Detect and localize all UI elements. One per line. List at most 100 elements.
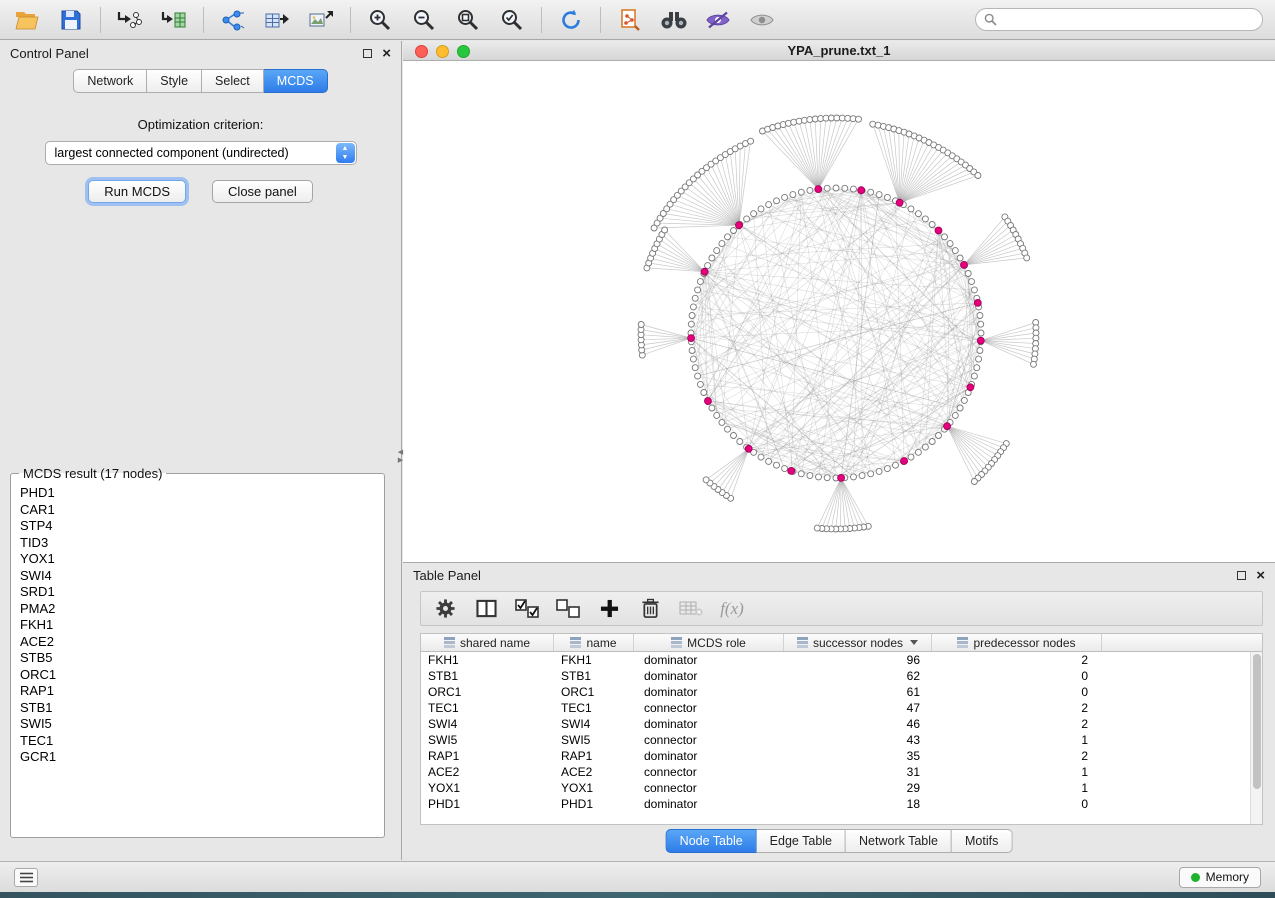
- mcds-result-node[interactable]: STB1: [11, 700, 384, 717]
- refresh-icon[interactable]: [556, 6, 586, 34]
- toolbar-separator: [541, 7, 542, 33]
- node-table-body: FKH1 FKH1 dominator 96 2 STB1 STB1 domin…: [421, 652, 1250, 824]
- show-all-icon[interactable]: [747, 6, 777, 34]
- control-panel-tab[interactable]: Select: [202, 69, 264, 93]
- table-row[interactable]: SWI4 SWI4 dominator 46 2: [421, 716, 1250, 732]
- zoom-out-icon[interactable]: [409, 6, 439, 34]
- table-panel-tab[interactable]: Node Table: [666, 829, 757, 853]
- mcds-result-node[interactable]: ACE2: [11, 634, 384, 651]
- clone-network-icon[interactable]: [615, 6, 645, 34]
- mcds-result-node[interactable]: FKH1: [11, 617, 384, 634]
- window-close-icon[interactable]: [415, 45, 428, 58]
- toolbar-separator: [600, 7, 601, 33]
- optimization-criterion-label: Optimization criterion:: [0, 117, 401, 132]
- table-row[interactable]: SWI5 SWI5 connector 43 1: [421, 732, 1250, 748]
- export-image-icon[interactable]: [306, 6, 336, 34]
- mcds-result-node[interactable]: TEC1: [11, 733, 384, 750]
- control-panel-tab[interactable]: Style: [147, 69, 202, 93]
- table-panel-tab[interactable]: Motifs: [952, 829, 1012, 853]
- list-icon: [20, 872, 33, 883]
- column-header-label: successor nodes: [813, 636, 903, 650]
- mcds-result-node[interactable]: RAP1: [11, 683, 384, 700]
- delete-row-icon[interactable]: [638, 598, 662, 619]
- table-panel-tab[interactable]: Edge Table: [757, 829, 846, 853]
- add-row-icon[interactable]: [597, 599, 621, 618]
- run-mcds-button[interactable]: Run MCDS: [88, 180, 186, 203]
- export-network-icon[interactable]: [218, 6, 248, 34]
- column-header-label: name: [586, 636, 616, 650]
- mcds-result-node[interactable]: SRD1: [11, 584, 384, 601]
- criterion-select[interactable]: largest connected component (undirected)…: [45, 141, 357, 165]
- control-panel-tabs: Network Style Select MCDS: [0, 69, 401, 93]
- mcds-result-node[interactable]: SWI4: [11, 568, 384, 585]
- search-input[interactable]: [1003, 13, 1254, 27]
- network-canvas[interactable]: [403, 61, 1275, 561]
- window-minimize-icon[interactable]: [436, 45, 449, 58]
- network-titlebar[interactable]: YPA_prune.txt_1: [403, 41, 1275, 61]
- mcds-result-node[interactable]: TID3: [11, 535, 384, 552]
- status-menu-button[interactable]: [14, 868, 38, 887]
- table-row[interactable]: ORC1 ORC1 dominator 61 0: [421, 684, 1250, 700]
- criterion-selected-value: largest connected component (undirected): [55, 146, 289, 160]
- table-settings-gear-icon[interactable]: [433, 598, 457, 619]
- float-panel-icon[interactable]: [363, 49, 372, 58]
- column-header[interactable]: MCDS role: [634, 634, 784, 651]
- table-row[interactable]: STB1 STB1 dominator 62 0: [421, 668, 1250, 684]
- column-header[interactable]: shared name: [421, 634, 554, 651]
- close-panel-icon[interactable]: ×: [1256, 571, 1265, 581]
- zoom-selected-icon[interactable]: [497, 6, 527, 34]
- main-toolbar: [0, 0, 1275, 40]
- export-table-icon[interactable]: [262, 6, 292, 34]
- close-panel-button[interactable]: Close panel: [212, 180, 313, 203]
- select-all-icon[interactable]: [515, 599, 539, 619]
- deselect-all-icon[interactable]: [556, 599, 580, 619]
- memory-button[interactable]: Memory: [1179, 867, 1261, 888]
- column-header[interactable]: predecessor nodes: [932, 634, 1102, 651]
- table-row[interactable]: TEC1 TEC1 connector 47 2: [421, 700, 1250, 716]
- column-attribute-icon: [444, 637, 455, 648]
- table-row[interactable]: ACE2 ACE2 connector 31 1: [421, 764, 1250, 780]
- table-row[interactable]: PHD1 PHD1 dominator 18 0: [421, 796, 1250, 812]
- network-graph[interactable]: [403, 61, 1275, 561]
- table-panel-tab[interactable]: Network Table: [846, 829, 952, 853]
- splitter-handle[interactable]: ◀▶: [397, 448, 404, 470]
- scrollbar-thumb[interactable]: [1253, 654, 1261, 789]
- zoom-fit-icon[interactable]: [453, 6, 483, 34]
- control-panel-tab[interactable]: Network: [73, 69, 147, 93]
- table-row[interactable]: YOX1 YOX1 connector 29 1: [421, 780, 1250, 796]
- first-neighbors-icon[interactable]: [659, 6, 689, 34]
- search-box[interactable]: [975, 8, 1263, 31]
- show-columns-icon[interactable]: [474, 599, 498, 618]
- mcds-result-list[interactable]: PHD1 CAR1 STP4 TID3 YOX1 SWI4 SRD1 PMA2 …: [11, 485, 384, 837]
- chevron-up-down-icon: ▲▼: [336, 143, 355, 163]
- mcds-result-node[interactable]: STP4: [11, 518, 384, 535]
- mcds-result-node[interactable]: YOX1: [11, 551, 384, 568]
- open-session-icon[interactable]: [12, 6, 42, 34]
- table-scrollbar[interactable]: [1250, 652, 1262, 824]
- column-header[interactable]: name: [554, 634, 634, 651]
- table-row[interactable]: FKH1 FKH1 dominator 96 2: [421, 652, 1250, 668]
- float-panel-icon[interactable]: [1237, 571, 1246, 580]
- table-panel: Table Panel × f(x): [403, 562, 1275, 860]
- mcds-result-node[interactable]: PMA2: [11, 601, 384, 618]
- control-panel-tab[interactable]: MCDS: [264, 69, 328, 93]
- mcds-result-node[interactable]: CAR1: [11, 502, 384, 519]
- mcds-result-node[interactable]: GCR1: [11, 749, 384, 766]
- window-maximize-icon[interactable]: [457, 45, 470, 58]
- hide-selected-icon[interactable]: [703, 6, 733, 34]
- import-network-icon[interactable]: [115, 6, 145, 34]
- mcds-result-node[interactable]: SWI5: [11, 716, 384, 733]
- node-table-header: shared name name MCDS role su: [421, 634, 1262, 652]
- table-row[interactable]: RAP1 RAP1 dominator 35 2: [421, 748, 1250, 764]
- column-header[interactable]: successor nodes: [784, 634, 932, 651]
- table-toolbar: f(x): [420, 591, 1263, 626]
- save-session-icon[interactable]: [56, 6, 86, 34]
- column-header-label: MCDS role: [687, 636, 746, 650]
- mcds-result-node[interactable]: STB5: [11, 650, 384, 667]
- zoom-in-icon[interactable]: [365, 6, 395, 34]
- import-table-icon[interactable]: [159, 6, 189, 34]
- table-panel-title: Table Panel: [413, 568, 481, 583]
- close-panel-icon[interactable]: ×: [382, 49, 391, 59]
- mcds-result-node[interactable]: PHD1: [11, 485, 384, 502]
- mcds-result-node[interactable]: ORC1: [11, 667, 384, 684]
